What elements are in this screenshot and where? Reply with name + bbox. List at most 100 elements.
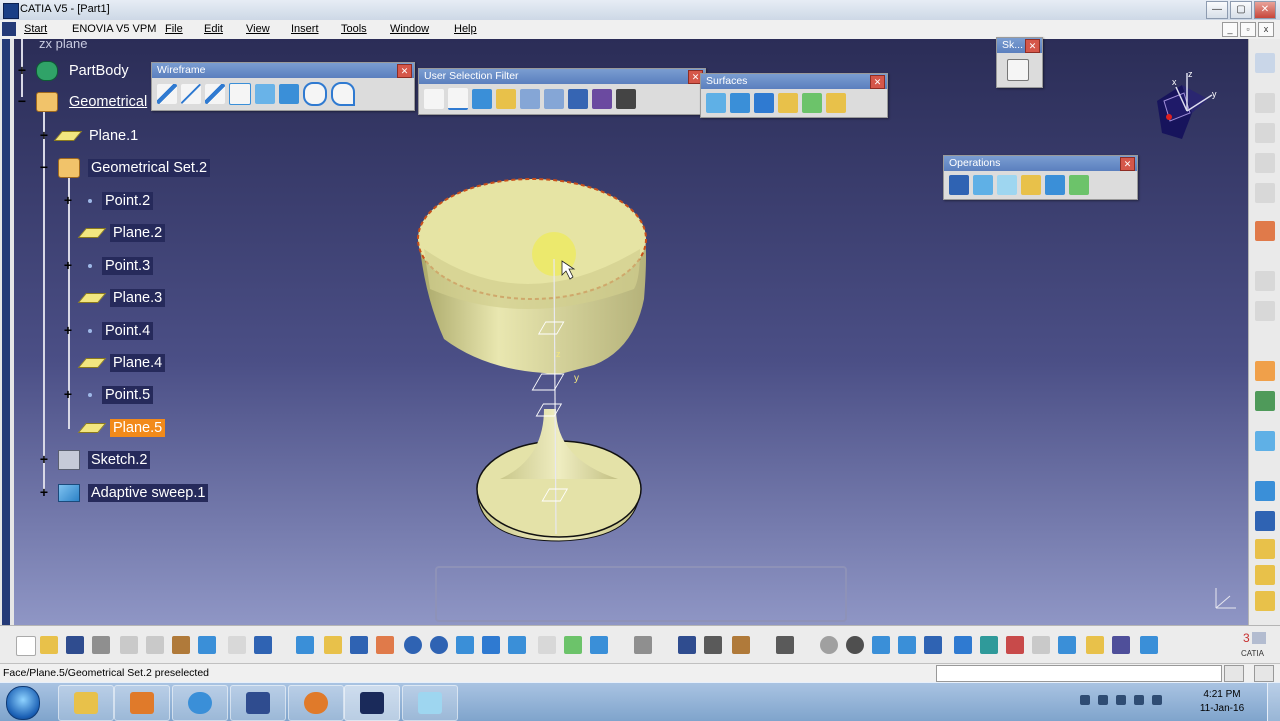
menu-start[interactable]: Start bbox=[24, 23, 47, 35]
close-icon[interactable]: ✕ bbox=[1025, 39, 1040, 53]
tree-node-plane-5[interactable]: Plane.5 bbox=[77, 418, 166, 438]
tree-node-sketch-2[interactable]: + Sketch.2 bbox=[38, 450, 151, 470]
extrude-icon[interactable] bbox=[706, 93, 726, 113]
join-icon[interactable] bbox=[949, 175, 969, 195]
grid-view-icon[interactable] bbox=[924, 636, 942, 654]
view-grid-icon[interactable] bbox=[482, 636, 500, 654]
expand-icon[interactable]: + bbox=[38, 452, 50, 466]
catalog-browser-icon[interactable] bbox=[1032, 636, 1050, 654]
swap-visible-space-icon[interactable] bbox=[590, 636, 608, 654]
tray-volume-icon[interactable] bbox=[1098, 695, 1108, 705]
tree-node-point-4[interactable]: + Point.4 bbox=[62, 321, 154, 341]
select-icon[interactable] bbox=[1255, 361, 1275, 381]
menu-file[interactable]: File bbox=[165, 23, 183, 35]
quick-select-icon[interactable] bbox=[592, 89, 612, 109]
wireframe-toolbar-title[interactable]: Wireframe ✕ bbox=[152, 63, 414, 78]
collapse-icon[interactable]: − bbox=[16, 94, 28, 108]
doc-close-button[interactable]: x bbox=[1258, 22, 1274, 37]
minimize-button[interactable]: — bbox=[1206, 1, 1228, 19]
multi-section-surface-icon[interactable] bbox=[802, 93, 822, 113]
expand-icon[interactable]: + bbox=[62, 387, 74, 401]
tray-flag-icon[interactable] bbox=[1134, 695, 1144, 705]
copy-icon[interactable] bbox=[146, 636, 164, 654]
law-icon[interactable] bbox=[1255, 431, 1275, 451]
close-icon[interactable]: ✕ bbox=[870, 75, 885, 89]
body-icon[interactable] bbox=[954, 636, 972, 654]
circle-tool-icon[interactable] bbox=[303, 82, 327, 106]
tool-icon[interactable] bbox=[1255, 93, 1275, 113]
doc-minimize-button[interactable]: _ bbox=[1222, 22, 1238, 37]
boundary-icon[interactable] bbox=[997, 175, 1017, 195]
surface-filter-icon[interactable] bbox=[472, 89, 492, 109]
tree-node-point-3[interactable]: + Point.3 bbox=[62, 256, 154, 276]
design-table-icon[interactable] bbox=[704, 636, 722, 654]
menu-enovia[interactable]: ENOVIA V5 VPM bbox=[72, 23, 156, 35]
menu-help[interactable]: Help bbox=[454, 23, 477, 35]
zoom-in-icon[interactable] bbox=[404, 636, 422, 654]
command-input[interactable] bbox=[936, 665, 1222, 682]
annotation-icon[interactable] bbox=[1255, 221, 1275, 241]
split-icon[interactable] bbox=[973, 175, 993, 195]
tool-icon[interactable] bbox=[1255, 301, 1275, 321]
sketcher-icon[interactable] bbox=[1007, 59, 1029, 81]
constraint-icon[interactable] bbox=[1255, 391, 1275, 411]
close-icon[interactable]: ✕ bbox=[397, 64, 412, 78]
tool-icon[interactable] bbox=[1255, 271, 1275, 291]
pan-icon[interactable] bbox=[350, 636, 368, 654]
axis-system-icon[interactable] bbox=[872, 636, 890, 654]
intersection-filter-icon[interactable] bbox=[568, 89, 588, 109]
doc-restore-button[interactable]: ▫ bbox=[1240, 22, 1256, 37]
open-file-icon[interactable] bbox=[40, 636, 58, 654]
taskbar-app[interactable] bbox=[230, 685, 286, 721]
expand-icon[interactable]: + bbox=[62, 258, 74, 272]
translate-icon[interactable] bbox=[1069, 175, 1089, 195]
surfaces-toolbar[interactable]: Surfaces ✕ bbox=[700, 73, 888, 118]
geometrical-element-filter-icon[interactable] bbox=[544, 89, 564, 109]
line-tool-icon[interactable] bbox=[181, 84, 201, 104]
feature-element-filter-icon[interactable] bbox=[520, 89, 540, 109]
tree-node-plane-4[interactable]: Plane.4 bbox=[77, 353, 166, 373]
operations-toolbar-title[interactable]: Operations ✕ bbox=[944, 156, 1137, 171]
command-stop-button[interactable] bbox=[1254, 665, 1274, 682]
paste-icon[interactable] bbox=[172, 636, 190, 654]
plane-tool-icon[interactable] bbox=[255, 84, 275, 104]
tool-icon[interactable] bbox=[1255, 123, 1275, 143]
fillet-icon[interactable] bbox=[1045, 175, 1065, 195]
document-icon[interactable] bbox=[2, 22, 16, 36]
tree-node-partbody[interactable]: + PartBody bbox=[16, 61, 132, 81]
menu-tools[interactable]: Tools bbox=[341, 23, 367, 35]
spline-tool-icon[interactable] bbox=[331, 82, 355, 106]
restore-button[interactable]: ▢ bbox=[1230, 1, 1252, 19]
expand-icon[interactable]: + bbox=[62, 323, 74, 337]
tree-node-plane-1[interactable]: + Plane.1 bbox=[38, 126, 141, 146]
tree-node-geometrical-set-2[interactable]: − Geometrical Set.2 bbox=[38, 158, 211, 178]
fit-all-icon[interactable] bbox=[324, 636, 342, 654]
analysis-icon[interactable] bbox=[1255, 591, 1275, 611]
undo-icon[interactable] bbox=[198, 636, 216, 654]
zoom-out-icon[interactable] bbox=[430, 636, 448, 654]
tray-power-icon[interactable] bbox=[1152, 695, 1162, 705]
show-desktop-button[interactable] bbox=[1267, 683, 1280, 721]
close-button[interactable]: ✕ bbox=[1254, 1, 1276, 19]
tree-node-zx-plane[interactable]: zx plane bbox=[36, 39, 90, 53]
normal-view-icon[interactable] bbox=[456, 636, 474, 654]
new-file-icon[interactable] bbox=[16, 636, 36, 656]
curve-filter-icon[interactable] bbox=[448, 88, 468, 110]
offset-icon[interactable] bbox=[730, 93, 750, 113]
update-icon[interactable] bbox=[820, 636, 838, 654]
taskbar-internet-explorer[interactable] bbox=[172, 685, 228, 721]
user-selection-filter-toolbar[interactable]: User Selection Filter ✕ bbox=[418, 68, 706, 115]
expand-icon[interactable]: + bbox=[16, 63, 28, 77]
hide-show-icon[interactable] bbox=[564, 636, 582, 654]
close-icon[interactable]: ✕ bbox=[1120, 157, 1135, 171]
taskbar-explorer[interactable] bbox=[58, 685, 114, 721]
projection-tool-icon[interactable] bbox=[279, 84, 299, 104]
goblet-model[interactable]: y z bbox=[404, 169, 664, 549]
apply-material-icon[interactable] bbox=[1255, 539, 1275, 559]
measure-icon[interactable] bbox=[1255, 565, 1275, 585]
volume-filter-icon[interactable] bbox=[496, 89, 516, 109]
point-tool-icon[interactable] bbox=[157, 84, 177, 104]
expand-icon[interactable]: + bbox=[38, 128, 50, 142]
print-icon[interactable] bbox=[92, 636, 110, 654]
analysis-tool-icon[interactable] bbox=[846, 636, 864, 654]
